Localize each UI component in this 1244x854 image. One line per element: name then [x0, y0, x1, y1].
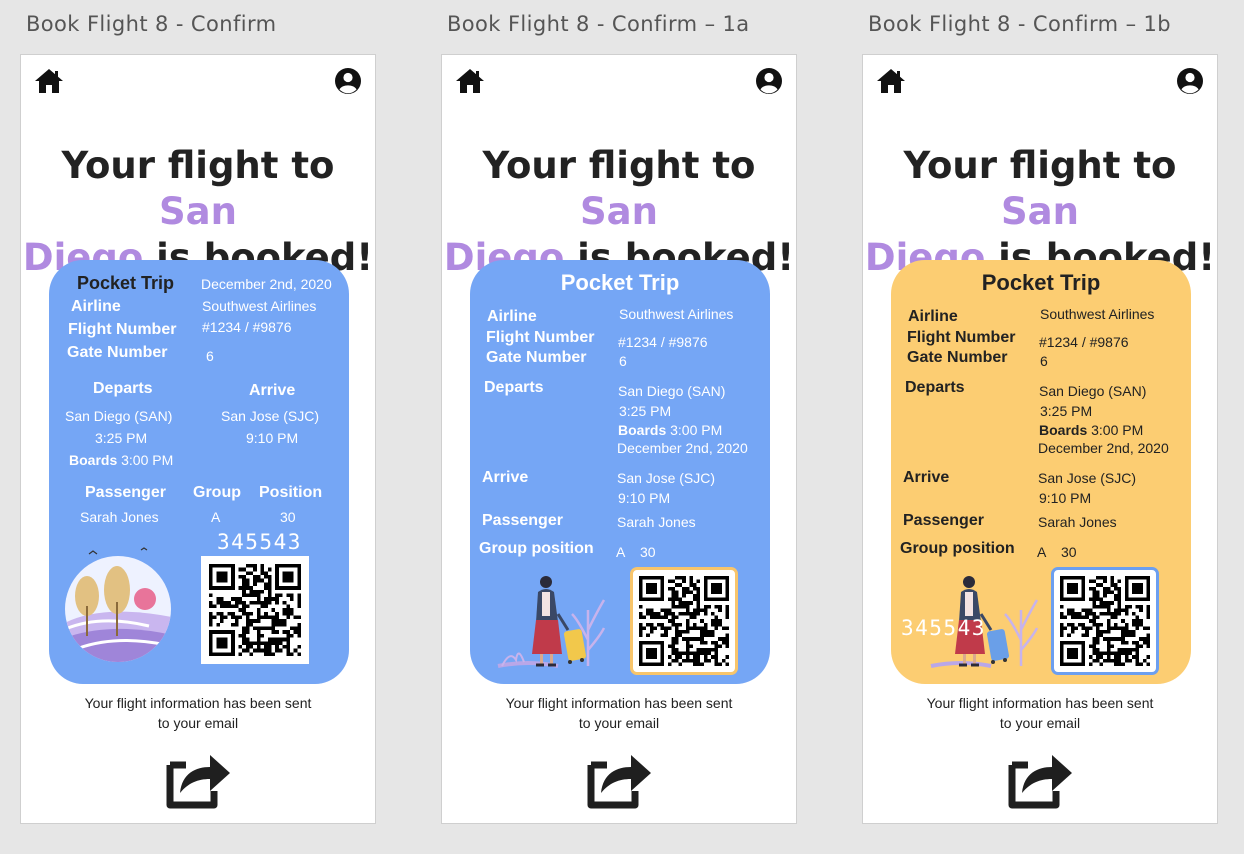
confirmation-code: 345543 — [901, 616, 986, 640]
qr-code — [1051, 567, 1159, 675]
boards-info: Boards 3:00 PM — [1039, 422, 1144, 438]
airline-value: Southwest Airlines — [1040, 306, 1155, 322]
home-icon[interactable] — [34, 67, 64, 95]
flight-number-value: #1234 / #9876 — [202, 319, 292, 335]
flight-date: December 2nd, 2020 — [201, 276, 332, 292]
email-sent-message: Your flight information has been sent to … — [505, 695, 733, 731]
airline-label: Airline — [487, 308, 537, 325]
brand-name: Pocket Trip — [77, 273, 175, 293]
position-value: 30 — [280, 509, 296, 525]
arrive-label: Arrive — [903, 469, 950, 486]
email-sent-message: Your flight information has been sent to … — [84, 695, 312, 731]
position-label: Position — [259, 484, 323, 501]
arrive-time: 9:10 PM — [246, 430, 299, 446]
flight-number-label: Flight Number — [486, 329, 595, 346]
passenger-label: Passenger — [903, 512, 984, 529]
phone-frame-confirm-1b: Your flight to San Diego is booked! Pock… — [862, 54, 1218, 824]
traveler-illustration — [497, 576, 606, 668]
arrive-label: Arrive — [249, 382, 296, 399]
departs-airport: San Diego (SAN) — [1039, 383, 1147, 399]
departs-label: Departs — [93, 380, 153, 397]
gate-value: 6 — [619, 353, 627, 369]
home-icon[interactable] — [876, 67, 906, 95]
group-value: A — [1037, 544, 1047, 560]
arrive-airport: San Jose (SJC) — [1038, 470, 1137, 486]
flight-date: December 2nd, 2020 — [617, 440, 748, 456]
gate-value: 6 — [206, 348, 214, 364]
departs-time: 3:25 PM — [95, 430, 148, 446]
share-icon[interactable] — [1008, 751, 1074, 809]
phone-frame-confirm: Your flight to San Diego is booked! Pock… — [20, 54, 376, 824]
frame-title: Book Flight 8 - Confirm — [26, 12, 277, 36]
qr-code — [201, 556, 309, 664]
departs-label: Departs — [905, 379, 965, 396]
boards-info: Boards 3:00 PM — [69, 452, 174, 468]
passenger-label: Passenger — [85, 484, 166, 501]
ticket-card: Pocket Trip Airline Southwest Airlines F… — [891, 260, 1191, 684]
user-circle-icon[interactable] — [334, 67, 362, 95]
group-value: A — [616, 544, 626, 560]
phone-frame-confirm-1a: Your flight to San Diego is booked! Pock… — [441, 54, 797, 824]
home-icon[interactable] — [455, 67, 485, 95]
passenger-name: Sarah Jones — [80, 509, 159, 525]
boards-info: Boards 3:00 PM — [618, 422, 723, 438]
arrive-time: 9:10 PM — [618, 490, 671, 506]
group-value: A — [211, 509, 221, 525]
departs-time: 3:25 PM — [1040, 403, 1093, 419]
frame-title: Book Flight 8 - Confirm – 1a — [447, 12, 750, 36]
departs-time: 3:25 PM — [619, 403, 672, 419]
departs-label: Departs — [484, 379, 544, 396]
gate-label: Gate Number — [486, 349, 587, 366]
flight-number-label: Flight Number — [907, 329, 1016, 346]
airline-value: Southwest Airlines — [619, 306, 734, 322]
confirmation-code: 345543 — [217, 530, 302, 554]
arrive-airport: San Jose (SJC) — [221, 408, 320, 424]
airline-label: Airline — [908, 308, 958, 325]
ticket-card: Pocket Trip Airline Southwest Airlines F… — [470, 260, 770, 684]
user-circle-icon[interactable] — [755, 67, 783, 95]
passenger-label: Passenger — [482, 512, 563, 529]
airline-label: Airline — [71, 298, 121, 315]
airline-value: Southwest Airlines — [202, 298, 317, 314]
share-icon[interactable] — [587, 751, 653, 809]
passenger-name: Sarah Jones — [617, 514, 696, 530]
group-position-label: Group position — [900, 540, 1015, 557]
position-value: 30 — [1061, 544, 1077, 560]
landscape-illustration — [65, 547, 171, 662]
gate-label: Gate Number — [907, 349, 1008, 366]
group-position-label: Group position — [479, 540, 594, 557]
flight-date: December 2nd, 2020 — [1038, 440, 1169, 456]
share-icon[interactable] — [166, 751, 232, 809]
departs-airport: San Diego (SAN) — [618, 383, 726, 399]
ticket-card: Pocket Trip December 2nd, 2020 Airline S… — [49, 260, 349, 684]
group-label: Group — [193, 484, 241, 501]
gate-value: 6 — [1040, 353, 1048, 369]
gate-label: Gate Number — [67, 344, 168, 361]
departs-airport: San Diego (SAN) — [65, 408, 173, 424]
frame-title: Book Flight 8 - Confirm – 1b — [868, 12, 1172, 36]
passenger-name: Sarah Jones — [1038, 514, 1117, 530]
email-sent-message: Your flight information has been sent to … — [926, 695, 1154, 731]
arrive-airport: San Jose (SJC) — [617, 470, 716, 486]
position-value: 30 — [640, 544, 656, 560]
flight-number-label: Flight Number — [68, 321, 177, 338]
brand-name: Pocket Trip — [560, 270, 680, 295]
user-circle-icon[interactable] — [1176, 67, 1204, 95]
flight-number-value: #1234 / #9876 — [618, 334, 708, 350]
qr-code — [630, 567, 738, 675]
brand-name: Pocket Trip — [981, 270, 1101, 295]
flight-number-value: #1234 / #9876 — [1039, 334, 1129, 350]
arrive-label: Arrive — [482, 469, 529, 486]
arrive-time: 9:10 PM — [1039, 490, 1092, 506]
